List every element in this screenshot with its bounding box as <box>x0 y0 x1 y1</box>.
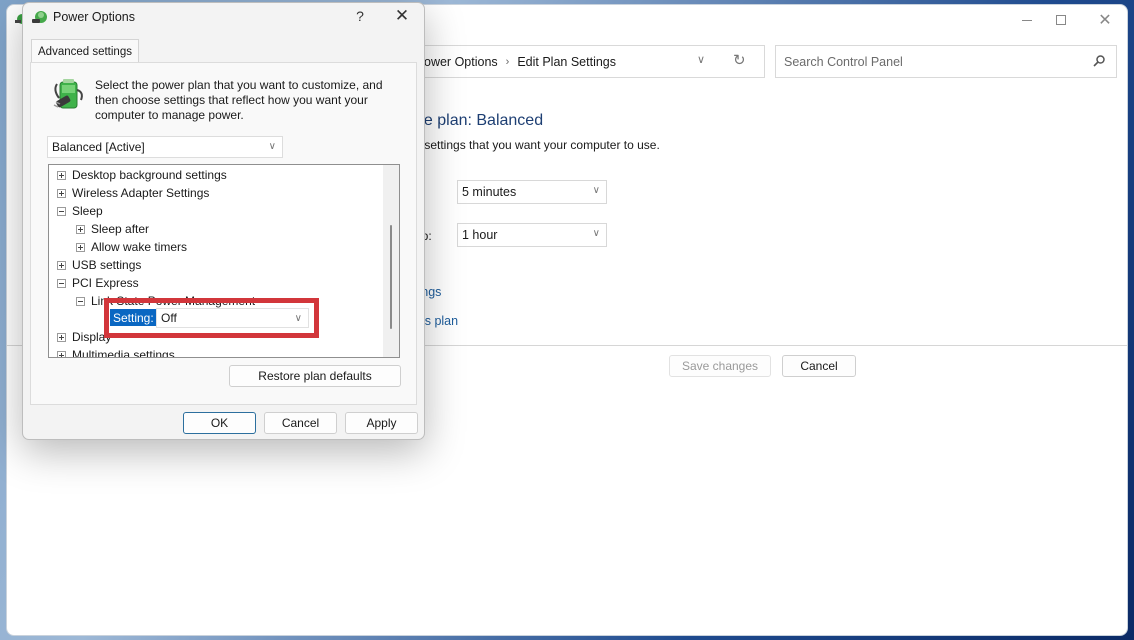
maximize-button[interactable] <box>1041 9 1081 31</box>
scrollbar-thumb[interactable] <box>390 225 392 329</box>
tree-item[interactable]: Desktop background settings <box>57 166 227 184</box>
breadcrumb-power-options[interactable]: ower Options <box>424 55 498 69</box>
collapse-icon[interactable] <box>76 296 85 306</box>
maximize-icon <box>1056 15 1066 25</box>
description-text: Select the power plan that you want to c… <box>95 78 383 122</box>
setting-label: Setting: <box>110 309 157 326</box>
restore-plan-defaults-button[interactable]: Restore plan defaults <box>229 365 401 387</box>
expand-icon[interactable] <box>76 242 85 252</box>
cancel-button[interactable]: Cancel <box>264 412 337 434</box>
breadcrumb-edit-plan-settings[interactable]: Edit Plan Settings <box>517 55 616 69</box>
select-value: 1 hour <box>462 228 498 242</box>
tree-item-label: Allow wake timers <box>91 240 188 254</box>
select-value: 5 minutes <box>462 185 517 199</box>
minimize-icon <box>1022 19 1032 21</box>
turn-off-display-select[interactable]: 5 minutes ∨ <box>457 180 607 204</box>
collapse-icon[interactable] <box>57 278 66 288</box>
ok-button[interactable]: OK <box>183 412 256 434</box>
tree-scrollbar[interactable] <box>383 165 399 357</box>
expand-icon[interactable] <box>57 188 66 198</box>
tree-item[interactable]: Multimedia settings <box>57 346 175 358</box>
chevron-down-icon: ∨ <box>592 228 600 239</box>
chevron-down-icon: ∨ <box>592 185 600 196</box>
tree-item[interactable]: Sleep <box>57 202 103 220</box>
tree-item-label: Desktop background settings <box>72 168 227 182</box>
address-bar[interactable]: ower Options › Edit Plan Settings <box>387 45 765 78</box>
tree-item[interactable]: PCI Express <box>57 274 139 292</box>
tree-item-label: PCI Express <box>72 276 139 290</box>
tree-item[interactable]: Allow wake timers <box>76 238 187 256</box>
expand-icon[interactable] <box>57 260 66 270</box>
tree-item[interactable]: Wireless Adapter Settings <box>57 184 209 202</box>
dialog-title-bar: Power Options ? ✕ <box>23 3 424 33</box>
collapse-icon[interactable] <box>57 206 66 216</box>
tab-advanced-settings[interactable]: Advanced settings <box>31 39 139 63</box>
search-icon <box>1093 55 1105 67</box>
refresh-icon[interactable]: ↻ <box>733 51 746 69</box>
power-options-icon <box>32 11 47 23</box>
expand-icon[interactable] <box>57 332 66 342</box>
tree-item[interactable]: USB settings <box>57 256 141 274</box>
save-changes-button[interactable]: Save changes <box>669 355 771 377</box>
cancel-button[interactable]: Cancel <box>782 355 856 377</box>
select-value: Balanced [Active] <box>52 140 145 154</box>
help-icon[interactable]: ? <box>353 8 367 24</box>
expand-icon[interactable] <box>76 224 85 234</box>
tree-item-label: Sleep after <box>91 222 150 236</box>
tree-item[interactable]: Sleep after <box>76 220 149 238</box>
address-history-chevron-icon[interactable]: ∨ <box>697 53 705 66</box>
advanced-settings-panel: Select the power plan that you want to c… <box>30 62 417 405</box>
tree-item-label: Wireless Adapter Settings <box>72 186 210 200</box>
search-input[interactable]: Search Control Panel <box>775 45 1117 78</box>
power-options-dialog: Power Options ? ✕ Advanced settings Sele… <box>22 2 425 440</box>
plan-subtitle: y settings that you want your computer t… <box>415 138 660 152</box>
tree-item-label: USB settings <box>72 258 142 272</box>
close-icon: ✕ <box>1098 12 1112 29</box>
dialog-close-icon[interactable]: ✕ <box>393 6 411 26</box>
battery-plug-icon <box>53 79 83 109</box>
expand-icon[interactable] <box>57 170 66 180</box>
expand-icon[interactable] <box>57 350 66 357</box>
select-value: Off <box>161 311 177 325</box>
link-state-setting-select[interactable]: Off ∨ <box>156 308 309 328</box>
dialog-title: Power Options <box>53 10 135 24</box>
tree-item-label: Sleep <box>72 204 103 218</box>
power-plan-select[interactable]: Balanced [Active] ∨ <box>47 136 283 158</box>
tree-item-label: Multimedia settings <box>72 348 175 358</box>
chevron-down-icon: ∨ <box>294 313 302 324</box>
apply-button[interactable]: Apply <box>345 412 418 434</box>
breadcrumb-separator: › <box>505 55 510 68</box>
close-button[interactable]: ✕ <box>1085 9 1125 31</box>
search-placeholder: Search Control Panel <box>784 54 903 69</box>
sleep-select[interactable]: 1 hour ∨ <box>457 223 607 247</box>
plan-heading: he plan: Balanced <box>415 112 544 129</box>
chevron-down-icon: ∨ <box>268 141 276 152</box>
